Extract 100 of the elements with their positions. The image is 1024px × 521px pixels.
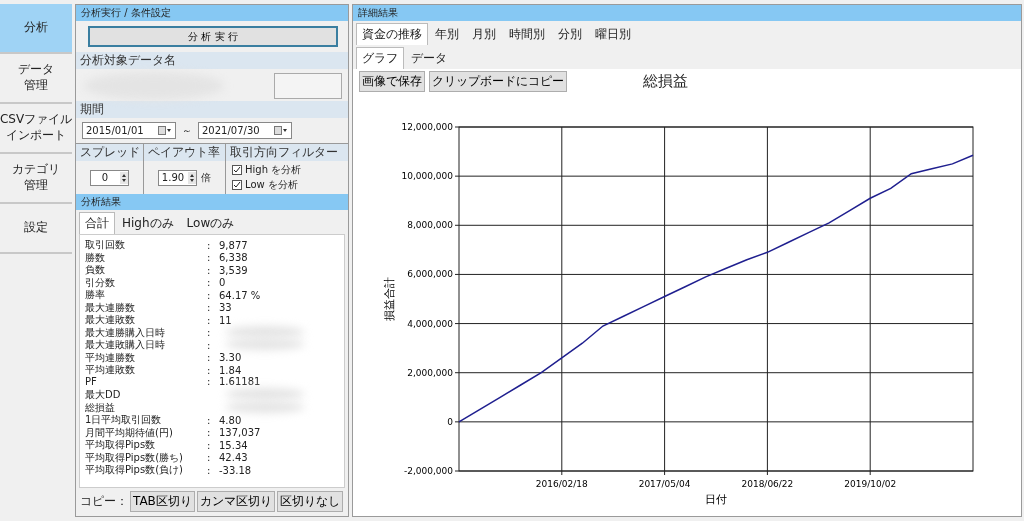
spin-arrows-icon[interactable] xyxy=(120,171,128,184)
x-tick-label: 2018/06/22 xyxy=(741,479,794,489)
date-to-field[interactable]: 2021/07/30 xyxy=(198,122,292,139)
stat-label: 月間平均期待値(円) xyxy=(85,425,174,440)
x-tick-label: 2017/05/04 xyxy=(638,479,691,489)
checkbox[interactable] xyxy=(232,180,242,190)
panel-header: 分析結果 xyxy=(76,194,348,210)
colon: : xyxy=(207,339,212,351)
x-tick-label: 2016/02/18 xyxy=(535,479,588,489)
stat-label: 最大連敗購入日時 xyxy=(85,338,166,352)
colon: : xyxy=(207,277,212,288)
calendar-dropdown-icon[interactable] xyxy=(274,126,288,135)
copy-button[interactable]: 区切りなし xyxy=(276,491,343,512)
y-tick-label: 12,000,000 xyxy=(401,122,453,132)
copy-button[interactable]: TAB区切り xyxy=(130,491,195,512)
tab[interactable]: グラフ xyxy=(356,47,404,69)
checkbox-label: Low を分析 xyxy=(245,178,298,192)
colon: : xyxy=(207,302,212,313)
checkbox-label: High を分析 xyxy=(245,163,302,177)
spin-arrows-icon[interactable] xyxy=(188,171,197,184)
stat-value: 11 xyxy=(219,314,233,326)
stat-value: 0 xyxy=(219,277,227,288)
stat-label: 総損益 xyxy=(85,400,116,415)
colon: : xyxy=(207,252,212,263)
toolbar-button[interactable]: クリップボードにコピー xyxy=(429,70,567,92)
date-from-field[interactable]: 2015/01/01 xyxy=(82,122,176,139)
y-tick-label: 6,000,000 xyxy=(407,269,453,280)
stat-label: PF xyxy=(85,376,98,388)
colon: : xyxy=(207,327,212,338)
data-name-field[interactable] xyxy=(274,73,342,99)
colon: : xyxy=(207,352,212,363)
payout-field[interactable]: 1.90 xyxy=(157,169,198,186)
colon: : xyxy=(207,364,212,376)
colon: : xyxy=(207,264,212,276)
copy-button[interactable]: カンマ区切り xyxy=(196,491,275,512)
stat-label: 最大DD xyxy=(85,388,122,402)
spread-field[interactable]: 0 xyxy=(90,169,129,186)
unit-label: 倍 xyxy=(201,170,212,185)
stat-label: 勝率 xyxy=(85,288,106,302)
panel-header: 分析実行 / 条件設定 xyxy=(76,5,348,21)
stat-label: 1日平均取引回数 xyxy=(85,413,163,427)
stat-value: 1.61181 xyxy=(219,376,262,388)
x-tick-label: 2019/10/02 xyxy=(844,479,897,489)
stat-value: 33 xyxy=(219,302,233,313)
stat-label: 平均連勝数 xyxy=(85,350,136,365)
stat-label: 取引回数 xyxy=(85,238,126,252)
section-header: 取引方向フィルター xyxy=(226,144,348,161)
stat-value: 4.80 xyxy=(219,414,243,426)
toolbar-button[interactable]: 画像で保存 xyxy=(359,70,425,92)
stat-value: 9,877 xyxy=(219,239,249,251)
sidebar-item[interactable]: 分析 xyxy=(0,4,72,54)
copy-label: コピー： xyxy=(80,493,128,510)
colon: : xyxy=(207,452,212,463)
colon: : xyxy=(207,464,212,476)
panel-header: 詳細結果 xyxy=(353,5,1021,21)
stat-label: 平均取得Pips数(負け) xyxy=(85,463,184,477)
y-tick-label: 0 xyxy=(447,416,453,427)
y-tick-label: 4,000,000 xyxy=(407,318,453,329)
stat-value: 42.43 xyxy=(219,452,249,463)
checkbox[interactable] xyxy=(232,165,242,175)
stat-label: 平均取得Pips数(勝ち) xyxy=(85,450,184,465)
stat-label: 最大連勝数 xyxy=(85,300,136,315)
stat-label: 負数 xyxy=(85,263,106,277)
stat-value: 15.34 xyxy=(219,439,249,451)
stat-label: 勝数 xyxy=(85,250,106,265)
stat-label: 最大連敗数 xyxy=(85,313,136,327)
y-tick-label: 10,000,000 xyxy=(401,171,453,182)
stat-value: 1.84 xyxy=(219,364,243,376)
section-header: 期間 xyxy=(76,101,348,118)
stat-value: 137,037 xyxy=(219,427,262,438)
section-header: 分析対象データ名 xyxy=(76,52,348,69)
chart-title: 総損益 xyxy=(643,71,688,91)
y-tick-label: 8,000,000 xyxy=(407,220,453,231)
colon: : xyxy=(207,414,212,426)
y-tick-label: 2,000,000 xyxy=(407,367,453,378)
stat-value: 3.30 xyxy=(219,352,243,363)
calendar-dropdown-icon[interactable] xyxy=(158,126,172,135)
stat-label: 平均取得Pips数 xyxy=(85,438,157,452)
stat-label: 最大連勝購入日時 xyxy=(85,325,166,339)
x-axis-title: 日付 xyxy=(705,493,727,506)
colon: : xyxy=(207,289,212,301)
y-tick-label: -2,000,000 xyxy=(403,466,453,476)
tab[interactable]: 合計 xyxy=(79,212,115,234)
colon: : xyxy=(207,376,212,388)
section-header: ペイアウト率 xyxy=(144,144,225,161)
stat-label: 平均連敗数 xyxy=(85,363,136,377)
stat-value: -33.18 xyxy=(219,464,253,476)
stat-value: 64.17 % xyxy=(219,289,262,301)
run-analysis-button[interactable]: 分 析 実 行 xyxy=(88,26,338,47)
tab[interactable]: 資金の推移 xyxy=(356,23,428,45)
date-text: 2015/01/01 xyxy=(86,125,144,136)
section-header: スプレッド xyxy=(76,144,143,161)
colon: : xyxy=(207,314,212,326)
y-axis-title: 損益合計 xyxy=(383,277,396,321)
stat-label: 引分数 xyxy=(85,275,116,289)
colon: : xyxy=(207,439,212,451)
stat-value: 6,338 xyxy=(219,252,249,263)
colon: : xyxy=(207,239,212,251)
date-text: 2021/07/30 xyxy=(202,125,260,136)
stat-value: 3,539 xyxy=(219,264,249,276)
